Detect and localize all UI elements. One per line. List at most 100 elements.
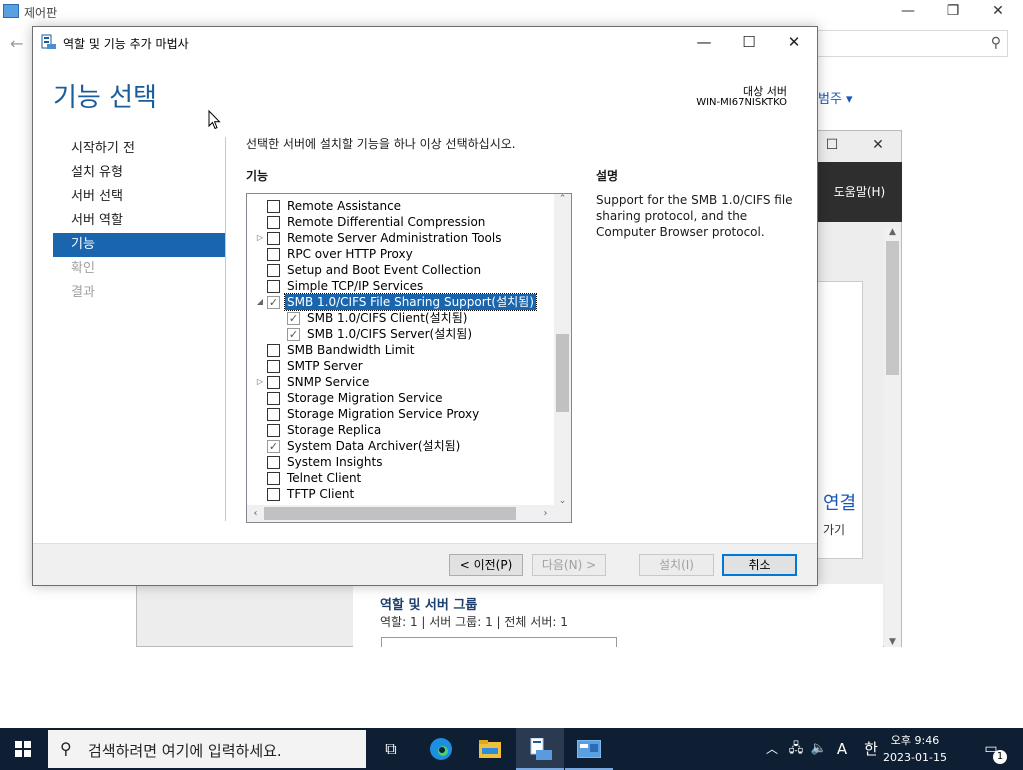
feature-row[interactable]: ✓ SMB 1.0/CIFS Client(설치됨) <box>247 310 553 326</box>
features-vertical-scrollbar[interactable]: ⌃ ⌄ <box>554 194 571 506</box>
feature-checkbox[interactable] <box>267 360 280 373</box>
help-menu[interactable]: 도움말(H) <box>817 162 902 222</box>
feature-label[interactable]: System Insights <box>285 454 384 470</box>
feature-label[interactable]: Remote Server Administration Tools <box>285 230 503 246</box>
feature-label[interactable]: Simple TCP/IP Services <box>285 278 425 294</box>
minimize-icon[interactable]: — <box>681 27 727 57</box>
wizard-nav-item[interactable]: 기능 <box>53 233 225 257</box>
start-button[interactable] <box>0 728 48 770</box>
wizard-nav-item[interactable]: 설치 유형 <box>53 161 225 185</box>
feature-checkbox[interactable] <box>267 248 280 261</box>
feature-row[interactable]: ◢ ✓ SMB 1.0/CIFS File Sharing Support(설치됨) <box>247 293 553 311</box>
feature-checkbox[interactable] <box>267 264 280 277</box>
scroll-right-icon[interactable]: › <box>537 505 554 522</box>
connect-sub-link[interactable]: 가기 <box>823 521 845 538</box>
feature-label[interactable]: System Data Archiver(설치됨) <box>285 438 462 454</box>
feature-label[interactable]: TFTP Client <box>285 486 356 502</box>
feature-row[interactable]: SMTP Server <box>247 358 553 374</box>
feature-checkbox[interactable] <box>267 392 280 405</box>
feature-label[interactable]: Storage Replica <box>285 422 383 438</box>
feature-checkbox[interactable] <box>267 232 280 245</box>
taskbar-clock[interactable]: 오후 9:46 2023-01-15 <box>880 732 950 766</box>
feature-label[interactable]: SMB 1.0/CIFS File Sharing Support(설치됨) <box>284 293 537 311</box>
feature-label[interactable]: Storage Migration Service <box>285 390 445 406</box>
feature-row[interactable]: SMB Bandwidth Limit <box>247 342 553 358</box>
close-icon[interactable]: ✕ <box>975 0 1021 24</box>
role-tile[interactable] <box>381 637 617 647</box>
feature-row[interactable]: Remote Differential Compression <box>247 214 553 230</box>
scroll-thumb[interactable] <box>264 507 516 520</box>
scroll-thumb[interactable] <box>556 334 569 412</box>
feature-checkbox[interactable] <box>267 456 280 469</box>
feature-label[interactable]: SMB 1.0/CIFS Server(설치됨) <box>305 326 474 342</box>
previous-button[interactable]: < 이전(P) <box>449 554 523 576</box>
server-manager-taskbar-icon[interactable] <box>516 728 564 770</box>
feature-row[interactable]: Telnet Client <box>247 470 553 486</box>
collapse-icon[interactable]: ◢ <box>255 294 265 310</box>
volume-muted-icon[interactable]: 🔈 <box>808 728 830 770</box>
feature-checkbox[interactable] <box>267 472 280 485</box>
close-icon[interactable]: ✕ <box>857 131 899 161</box>
close-icon[interactable]: ✕ <box>771 27 817 57</box>
minimize-icon[interactable]: — <box>885 0 931 24</box>
feature-row[interactable]: ▷ SNMP Service <box>247 374 553 390</box>
feature-row[interactable]: Setup and Boot Event Collection <box>247 262 553 278</box>
scroll-up-icon[interactable]: ▲ <box>884 227 901 237</box>
restore-icon[interactable]: ❐ <box>930 0 976 24</box>
feature-row[interactable]: ✓ System Data Archiver(설치됨) <box>247 438 553 454</box>
feature-checkbox[interactable] <box>267 376 280 389</box>
expand-icon[interactable]: ▷ <box>255 230 265 246</box>
back-arrow-icon[interactable]: ← <box>10 34 23 53</box>
feature-label[interactable]: Storage Migration Service Proxy <box>285 406 481 422</box>
feature-row[interactable]: Storage Replica <box>247 422 553 438</box>
feature-checkbox[interactable] <box>267 408 280 421</box>
feature-checkbox[interactable]: ✓ <box>287 312 300 325</box>
input-mode-indicator[interactable]: A <box>831 728 853 770</box>
control-panel-search-input[interactable]: ⚲ <box>815 30 1008 57</box>
feature-row[interactable]: ▷ Remote Server Administration Tools <box>247 230 553 246</box>
cancel-button[interactable]: 취소 <box>722 554 797 576</box>
feature-checkbox[interactable]: ✓ <box>267 440 280 453</box>
feature-row[interactable]: Remote Assistance <box>247 198 553 214</box>
feature-checkbox[interactable] <box>267 424 280 437</box>
feature-label[interactable]: SNMP Service <box>285 374 371 390</box>
connect-link[interactable]: 연결 <box>823 489 856 515</box>
edge-browser-icon[interactable] <box>417 728 465 770</box>
feature-row[interactable]: TFTP Client <box>247 486 553 502</box>
scroll-left-icon[interactable]: ‹ <box>247 505 264 522</box>
feature-row[interactable]: RPC over HTTP Proxy <box>247 246 553 262</box>
feature-row[interactable]: ✓ SMB 1.0/CIFS Server(설치됨) <box>247 326 553 342</box>
feature-label[interactable]: Setup and Boot Event Collection <box>285 262 483 278</box>
feature-label[interactable]: Remote Differential Compression <box>285 214 487 230</box>
expand-icon[interactable]: ▷ <box>255 374 265 390</box>
feature-checkbox[interactable] <box>267 216 280 229</box>
feature-checkbox[interactable] <box>267 488 280 501</box>
wizard-nav-item[interactable]: 서버 선택 <box>53 185 225 209</box>
scroll-down-icon[interactable]: ▼ <box>884 637 901 647</box>
feature-label[interactable]: Remote Assistance <box>285 198 403 214</box>
feature-checkbox[interactable] <box>267 280 280 293</box>
feature-row[interactable]: System Insights <box>247 454 553 470</box>
view-by-category-link[interactable]: 범주 ▾ <box>818 88 853 107</box>
scroll-thumb[interactable] <box>886 241 899 375</box>
feature-label[interactable]: Telnet Client <box>285 470 363 486</box>
feature-label[interactable]: SMB Bandwidth Limit <box>285 342 416 358</box>
feature-label[interactable]: SMB 1.0/CIFS Client(설치됨) <box>305 310 469 326</box>
maximize-icon[interactable]: ☐ <box>726 27 772 57</box>
next-button[interactable]: 다음(N) > <box>532 554 606 576</box>
notification-center-icon[interactable]: ▭ 1 <box>976 728 1007 770</box>
install-button[interactable]: 설치(I) <box>639 554 714 576</box>
taskbar-search-box[interactable]: ⚲ 검색하려면 여기에 입력하세요. <box>48 730 366 768</box>
scroll-up-icon[interactable]: ⌃ <box>554 194 571 204</box>
network-icon[interactable]: 🖧 <box>785 728 807 770</box>
feature-row[interactable]: Simple TCP/IP Services <box>247 278 553 294</box>
features-horizontal-scrollbar[interactable]: ‹ › <box>247 505 571 522</box>
feature-checkbox[interactable] <box>267 200 280 213</box>
feature-checkbox[interactable]: ✓ <box>267 296 280 309</box>
feature-checkbox[interactable] <box>267 344 280 357</box>
features-tree[interactable]: Remote Assistance Remote Differential Com… <box>246 193 572 523</box>
wizard-nav-item[interactable]: 시작하기 전 <box>53 137 225 161</box>
feature-label[interactable]: RPC over HTTP Proxy <box>285 246 415 262</box>
file-explorer-icon[interactable] <box>466 728 514 770</box>
server-manager-scrollbar[interactable]: ▲ ▼ <box>884 227 901 647</box>
